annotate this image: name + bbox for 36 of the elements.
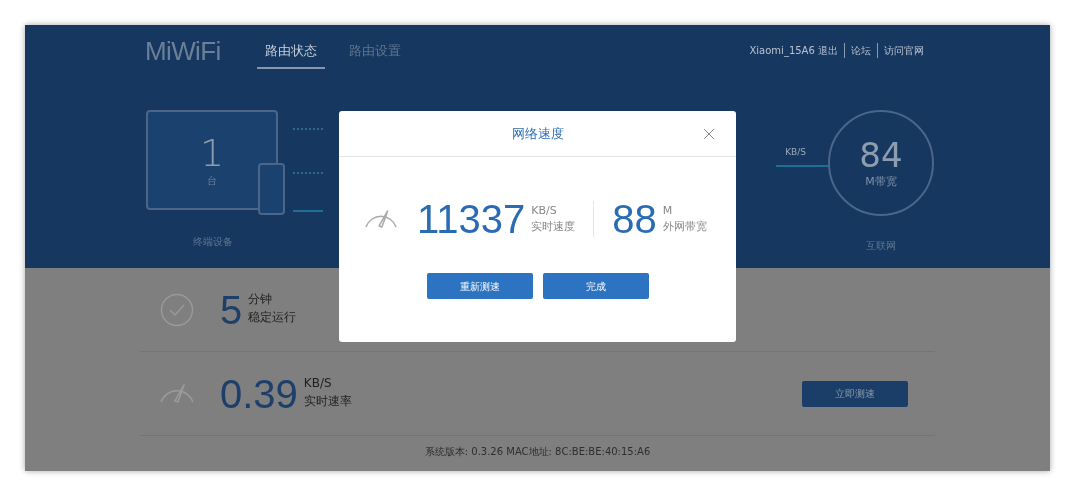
stat-label: 稳定运行: [248, 308, 297, 326]
dialog-title: 网络速度: [511, 124, 564, 143]
stat-label: 实时速率: [303, 392, 352, 410]
bandwidth-unit: M带宽: [865, 173, 897, 190]
dialog-button[interactable]: 重新测速: [426, 273, 533, 299]
bandwidth-value: 84: [859, 135, 903, 174]
stat-unit: 分钟: [248, 290, 274, 308]
connection-line: [293, 128, 323, 130]
bandwidth-value: 88: [612, 197, 657, 241]
connection-line: [293, 210, 323, 212]
device-count: 1: [199, 132, 225, 173]
speed-unit: KB/S: [531, 202, 558, 219]
speed-test-button[interactable]: 立即测速: [802, 380, 908, 407]
header-link[interactable]: 访问官网: [877, 43, 930, 58]
check-circle-icon: [160, 292, 194, 327]
stat-unit: KB/S: [303, 374, 333, 392]
internet-label: 互联网: [866, 239, 896, 253]
header-link[interactable]: Xiaomi_15A6 退出: [743, 43, 844, 58]
speed-unit: KB/S: [785, 146, 806, 159]
speed-value: 11337: [417, 197, 526, 241]
bandwidth-unit: M: [662, 202, 674, 219]
nav-tab[interactable]: 路由状态: [256, 41, 325, 69]
connection-line: [293, 172, 323, 174]
stat-value: 5: [220, 287, 243, 332]
speed-label: 实时速度: [531, 219, 576, 235]
footer-text: 系统版本: 0.3.26 MAC地址: 8C:BE:BE:40:15:A6: [424, 445, 651, 459]
header-link[interactable]: 论坛: [844, 43, 877, 58]
device-unit: 台: [207, 173, 217, 188]
logo: MiWiFi: [145, 35, 221, 67]
gauge-icon: [365, 210, 397, 228]
connection-line: [776, 165, 830, 167]
bandwidth-label: 外网带宽: [662, 219, 707, 235]
stat-value: 0.39: [220, 371, 298, 416]
device-label: 终端设备: [193, 235, 233, 249]
dialog-button[interactable]: 完成: [542, 273, 649, 299]
gauge-icon: [160, 384, 194, 403]
